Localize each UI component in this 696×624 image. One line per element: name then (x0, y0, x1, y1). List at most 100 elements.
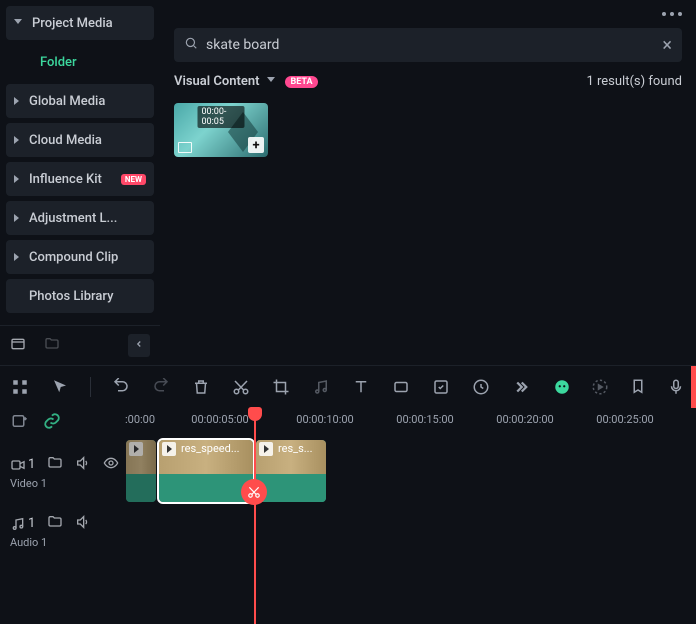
new-bin-icon[interactable] (10, 336, 26, 356)
browser-top (174, 12, 682, 16)
folder-icon[interactable] (47, 455, 63, 475)
add-to-timeline-button[interactable]: + (248, 137, 264, 153)
sidebar-footer (0, 325, 160, 365)
clear-search-button[interactable]: × (662, 35, 672, 56)
aspect-icon[interactable] (391, 377, 411, 397)
text-icon[interactable] (351, 377, 371, 397)
ruler-tick: 00:00:05:00 (191, 413, 248, 426)
search-input[interactable] (206, 37, 654, 53)
chevron-right-icon (14, 97, 19, 105)
sidebar-item-label: Cloud Media (29, 133, 146, 148)
audio-track-header[interactable]: 1 Audio 1 (0, 514, 126, 549)
beta-badge: BETA (285, 76, 317, 88)
timeline-ruler[interactable]: :00:00 00:00:05:00 00:00:10:00 00:00:15:… (70, 407, 696, 435)
track-label: Video 1 (10, 477, 126, 490)
pointer-tool-icon[interactable] (50, 377, 70, 397)
link-icon[interactable] (42, 411, 62, 431)
cut-icon[interactable] (231, 377, 251, 397)
redo-icon[interactable] (151, 377, 171, 397)
video-track-header[interactable]: 1 Video 1 (0, 455, 126, 490)
sidebar-item-label: Project Media (32, 16, 146, 31)
clip-title: res_s... (278, 442, 324, 455)
alert-indicator (691, 366, 696, 408)
result-count: 1 result(s) found (586, 74, 682, 89)
ruler-tick: 00:00:15:00 (396, 413, 453, 426)
ruler-tick: 00:00:10:00 (296, 413, 353, 426)
video-clip[interactable]: res_s... (256, 440, 326, 502)
video-track-body[interactable]: res_speed... res_s... (126, 440, 696, 504)
folder-icon[interactable] (47, 514, 63, 534)
sidebar-item-label: Compound Clip (29, 250, 146, 265)
video-track: 1 Video 1 res_speed... res_s... (0, 435, 696, 509)
chevron-right-icon (14, 136, 19, 144)
ruler-controls (0, 411, 70, 431)
search-box[interactable]: × (174, 28, 682, 62)
new-folder-icon[interactable] (44, 336, 60, 356)
more-tools-icon[interactable] (511, 377, 531, 397)
filter-dropdown[interactable]: Visual Content (174, 74, 259, 89)
chevron-right-icon (14, 214, 19, 222)
sidebar-item-label: Photos Library (29, 289, 146, 304)
sidebar-item-label: Adjustment L... (29, 211, 146, 226)
marker-icon[interactable] (628, 377, 648, 397)
video-clip-selected[interactable]: res_speed... (159, 440, 253, 502)
filter-row: Visual Content BETA 1 result(s) found (174, 74, 682, 89)
clip-title: res_speed... (181, 442, 251, 455)
record-voiceover-icon[interactable] (666, 377, 686, 397)
filmstrip-icon (178, 142, 192, 153)
video-clip[interactable] (126, 440, 156, 502)
sidebar-item-label: Folder (40, 55, 146, 70)
search-icon (184, 36, 198, 54)
timeline-toolbar (0, 365, 696, 407)
delete-icon[interactable] (191, 377, 211, 397)
result-thumbnail[interactable]: 00:00-00:05 + (174, 103, 268, 157)
video-badge: 1 (10, 457, 35, 473)
ruler-tick: 00:00:25:00 (596, 413, 653, 426)
ruler-tick: 00:00:20:00 (496, 413, 553, 426)
timeline-tracks: 1 Video 1 res_speed... res_s... (0, 435, 696, 553)
sidebar-items: Project Media Folder Global Media Cloud … (0, 0, 160, 325)
chevron-right-icon (14, 175, 19, 183)
sidebar-item-compound-clip[interactable]: Compound Clip (6, 240, 154, 274)
effects-icon[interactable] (431, 377, 451, 397)
ruler-tick: :00:00 (125, 413, 155, 426)
collapse-sidebar-button[interactable] (128, 334, 150, 357)
apps-icon[interactable] (10, 377, 30, 397)
crop-icon[interactable] (271, 377, 291, 397)
undo-icon[interactable] (111, 377, 131, 397)
play-icon (259, 442, 273, 456)
audio-track: 1 Audio 1 (0, 509, 696, 553)
sidebar-item-cloud-media[interactable]: Cloud Media (6, 123, 154, 157)
mute-icon[interactable] (75, 455, 91, 475)
chevron-down-icon (267, 77, 275, 86)
sidebar-item-influence-kit[interactable]: Influence Kit NEW (6, 162, 154, 196)
sidebar-item-project-media[interactable]: Project Media (6, 6, 154, 40)
media-sidebar: Project Media Folder Global Media Cloud … (0, 0, 160, 365)
audio-track-body[interactable] (126, 514, 696, 548)
more-menu-button[interactable] (662, 12, 682, 16)
play-icon (162, 442, 176, 456)
add-track-icon[interactable] (10, 411, 30, 431)
sidebar-item-global-media[interactable]: Global Media (6, 84, 154, 118)
ai-assistant-icon[interactable] (552, 377, 572, 397)
media-browser: × Visual Content BETA 1 result(s) found … (160, 0, 696, 365)
divider (90, 377, 91, 397)
sidebar-item-adjustment-layer[interactable]: Adjustment L... (6, 201, 154, 235)
results-grid: 00:00-00:05 + (174, 103, 682, 157)
speed-icon[interactable] (471, 377, 491, 397)
sidebar-item-label: Global Media (29, 94, 146, 109)
sidebar-item-photos-library[interactable]: Photos Library (6, 279, 154, 313)
render-icon[interactable] (590, 377, 610, 397)
track-label: Audio 1 (10, 536, 126, 549)
play-icon (129, 442, 143, 456)
sidebar-item-label: Influence Kit (29, 172, 113, 187)
thumb-timerange: 00:00-00:05 (198, 106, 245, 128)
mute-icon[interactable] (75, 514, 91, 534)
audio-icon[interactable] (311, 377, 331, 397)
sidebar-item-folder[interactable]: Folder (6, 45, 154, 79)
timeline-ruler-row: :00:00 00:00:05:00 00:00:10:00 00:00:15:… (0, 407, 696, 435)
new-badge: NEW (121, 174, 146, 185)
audio-badge: 1 (10, 516, 35, 532)
visibility-icon[interactable] (103, 455, 119, 475)
chevron-right-icon (14, 253, 19, 261)
